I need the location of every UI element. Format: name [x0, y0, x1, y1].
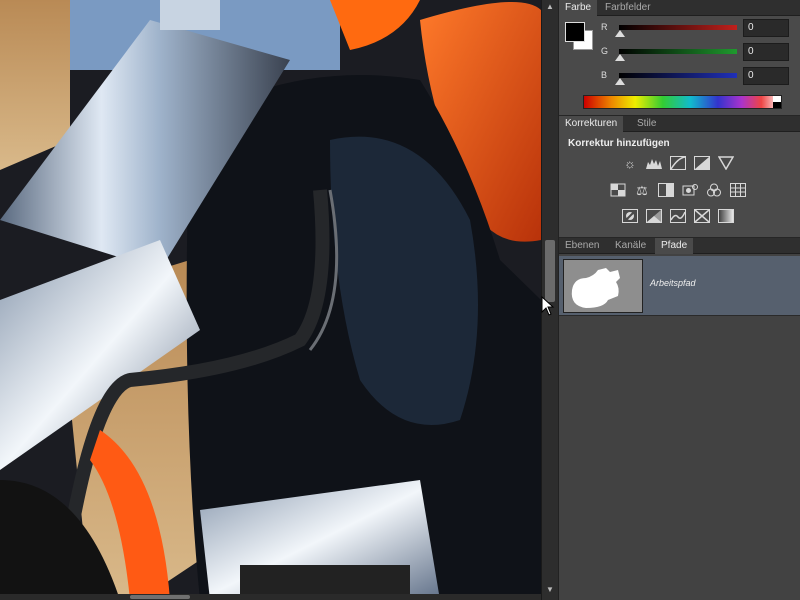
- horizontal-scrollbar[interactable]: [0, 594, 541, 600]
- blue-channel-slider-track[interactable]: [619, 73, 737, 78]
- color-panel: Farbe Farbfelder R 0 G 0 B 0: [559, 0, 800, 116]
- path-item-arbeitspfad[interactable]: Arbeitspfad: [559, 256, 800, 316]
- black-white-swatch[interactable]: [773, 96, 781, 108]
- gradient-map-icon[interactable]: [717, 209, 735, 225]
- adjustments-panel: Korrekturen Stile Korrektur hinzufügen ☼…: [559, 116, 800, 238]
- vertical-scroll-thumb[interactable]: [545, 240, 555, 302]
- tab-kanaele[interactable]: Kanäle: [609, 238, 652, 254]
- motorcycle-photo: [0, 0, 541, 600]
- layers-panel-tabs: Ebenen Kanäle Pfade: [559, 238, 800, 254]
- path-thumbnail: [563, 259, 643, 313]
- scroll-up-icon[interactable]: ▲: [542, 0, 558, 14]
- curves-icon[interactable]: [669, 156, 687, 172]
- tab-farbe[interactable]: Farbe: [559, 0, 598, 16]
- red-channel-row: R 0: [559, 19, 800, 42]
- brightness-icon[interactable]: ☼: [621, 156, 639, 172]
- green-channel-label: G: [601, 46, 609, 56]
- channel-mixer-icon[interactable]: [705, 183, 723, 199]
- tab-ebenen[interactable]: Ebenen: [559, 238, 605, 254]
- tab-pfade[interactable]: Pfade: [655, 238, 694, 254]
- tab-stile[interactable]: Stile: [631, 116, 662, 132]
- hue-saturation-icon[interactable]: [609, 183, 627, 199]
- levels-icon[interactable]: [645, 156, 663, 172]
- green-channel-row: G 0: [559, 43, 800, 66]
- green-value-field[interactable]: 0: [743, 43, 789, 61]
- foreground-color-swatch[interactable]: [565, 22, 585, 42]
- scroll-down-icon[interactable]: ▼: [542, 583, 558, 597]
- adjustments-title: Korrektur hinzufügen: [568, 138, 670, 149]
- horizontal-scroll-thumb[interactable]: [130, 595, 190, 599]
- selective-color-icon[interactable]: [693, 209, 711, 225]
- image-canvas[interactable]: [0, 0, 541, 600]
- red-value-field[interactable]: 0: [743, 19, 789, 37]
- green-slider-handle[interactable]: [615, 54, 625, 61]
- adjustments-panel-tabs: Korrekturen Stile: [559, 116, 800, 132]
- photo-filter-icon[interactable]: [681, 183, 699, 199]
- path-name-label: Arbeitspfad: [650, 278, 696, 288]
- color-balance-icon[interactable]: ⚖: [633, 183, 651, 199]
- red-slider-handle[interactable]: [615, 30, 625, 37]
- vibrance-icon[interactable]: [717, 156, 735, 172]
- tab-farbfelder[interactable]: Farbfelder: [599, 0, 657, 16]
- paths-panel: Ebenen Kanäle Pfade Arbeitspfad: [559, 238, 800, 600]
- color-panel-tabs: Farbe Farbfelder: [559, 0, 800, 16]
- invert-icon[interactable]: [621, 209, 639, 225]
- red-channel-slider-track[interactable]: [619, 25, 737, 30]
- tab-korrekturen[interactable]: Korrekturen: [559, 116, 624, 132]
- black-white-icon[interactable]: [657, 183, 675, 199]
- blue-channel-row: B 0: [559, 67, 800, 90]
- color-spectrum-bar[interactable]: [583, 95, 782, 109]
- threshold-icon[interactable]: [669, 209, 687, 225]
- blue-value-field[interactable]: 0: [743, 67, 789, 85]
- color-lookup-icon[interactable]: [729, 183, 747, 199]
- blue-channel-label: B: [601, 70, 608, 80]
- panel-dock: Farbe Farbfelder R 0 G 0 B 0 Korrekturen…: [558, 0, 800, 600]
- red-channel-label: R: [601, 22, 608, 32]
- exposure-icon[interactable]: [693, 156, 711, 172]
- green-channel-slider-track[interactable]: [619, 49, 737, 54]
- mouse-cursor-icon: [541, 296, 555, 316]
- blue-slider-handle[interactable]: [615, 78, 625, 85]
- posterize-icon[interactable]: [645, 209, 663, 225]
